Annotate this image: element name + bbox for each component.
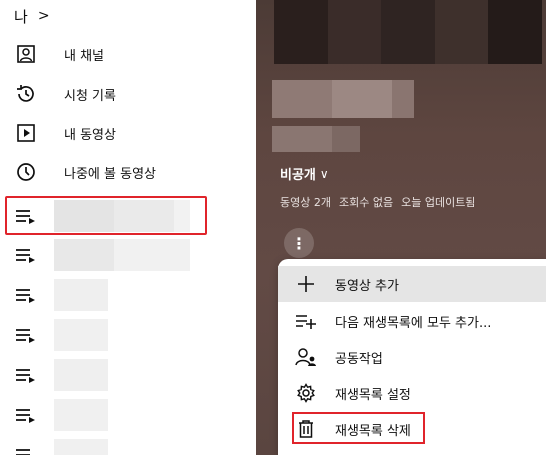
- sidebar-playlist-item[interactable]: [0, 276, 256, 314]
- delete-option-highlight: [292, 412, 425, 444]
- user-icon: [14, 42, 38, 66]
- blurred-playlist-name: [54, 439, 108, 455]
- menu-item-add-all-to[interactable]: 다음 재생목록에 모두 추가...: [278, 303, 546, 339]
- sidebar-item-label: 시청 기록: [64, 88, 116, 104]
- clock-icon: [14, 160, 38, 184]
- sidebar-playlist-item[interactable]: [0, 316, 256, 354]
- blurred-playlist-name: [54, 279, 108, 311]
- menu-item-label: 다음 재생목록에 모두 추가...: [335, 315, 492, 331]
- updated-text: 오늘 업데이트됨: [401, 196, 476, 209]
- menu-item-label: 공동작업: [335, 351, 383, 367]
- more-actions-button[interactable]: ⋮: [284, 228, 314, 258]
- playlist-icon: [14, 405, 38, 425]
- playlist-icon: [14, 445, 38, 455]
- menu-item-playlist-settings[interactable]: 재생목록 설정: [278, 375, 546, 411]
- blurred-playlist-title: [272, 80, 414, 118]
- sidebar-item-history[interactable]: 시청 기록: [0, 74, 256, 114]
- sidebar-item-label: 내 동영상: [64, 127, 116, 143]
- blurred-playlist-name: [54, 399, 108, 431]
- playlist-add-icon: [295, 310, 317, 332]
- selected-playlist-highlight: [5, 196, 207, 235]
- sidebar-item-my-videos[interactable]: 내 동영상: [0, 113, 256, 153]
- sidebar-item-my-channel[interactable]: 내 채널: [0, 34, 256, 74]
- sidebar-playlist-item[interactable]: [0, 396, 256, 434]
- history-icon: [14, 82, 38, 106]
- sidebar-item-label: 내 채널: [64, 48, 105, 64]
- view-count: 조회수 없음: [338, 196, 394, 209]
- menu-item-add-videos[interactable]: 동영상 추가: [278, 266, 546, 302]
- menu-item-label: 동영상 추가: [335, 278, 399, 294]
- sidebar-playlist-item[interactable]: [0, 356, 256, 394]
- playlist-icon: [14, 245, 38, 265]
- sidebar-playlist-item[interactable]: [0, 236, 256, 274]
- sidebar-item-watch-later[interactable]: 나중에 볼 동영상: [0, 152, 256, 192]
- more-vert-icon: ⋮: [291, 233, 307, 253]
- playlist-icon: [14, 325, 38, 345]
- playlist-icon: [14, 365, 38, 385]
- privacy-label: 비공개: [280, 168, 316, 183]
- menu-item-label: 재생목록 설정: [335, 387, 411, 403]
- chevron-right-icon: >: [37, 8, 50, 24]
- sidebar-item-label: 나중에 볼 동영상: [64, 166, 156, 182]
- blurred-playlist-name: [54, 239, 114, 271]
- you-label: 나: [14, 7, 28, 26]
- video-count: 동영상 2개: [280, 196, 331, 209]
- you-section-header[interactable]: 나 >: [14, 4, 50, 28]
- sidebar: 나 > 내 채널 시청 기록 내 동영상 나중에 볼 동영상: [0, 0, 256, 455]
- plus-icon: [295, 273, 317, 295]
- playlist-meta: 동영상 2개 조회수 없음 오늘 업데이트됨: [280, 194, 475, 210]
- sidebar-playlist-item[interactable]: [0, 436, 256, 455]
- blurred-playlist-name: [54, 319, 108, 351]
- playlist-icon: [14, 285, 38, 305]
- blurred-playlist-name: [54, 359, 108, 391]
- playlist-thumbnail[interactable]: [274, 0, 542, 64]
- menu-item-collaborate[interactable]: 공동작업: [278, 339, 546, 375]
- collaborate-icon: [295, 346, 317, 368]
- privacy-dropdown[interactable]: 비공개 ∨: [280, 164, 329, 184]
- blurred-playlist-name: [114, 239, 190, 271]
- blurred-owner-name: [272, 126, 360, 152]
- chevron-down-icon: ∨: [319, 166, 329, 181]
- gear-icon: [295, 382, 317, 404]
- play-icon: [14, 121, 38, 145]
